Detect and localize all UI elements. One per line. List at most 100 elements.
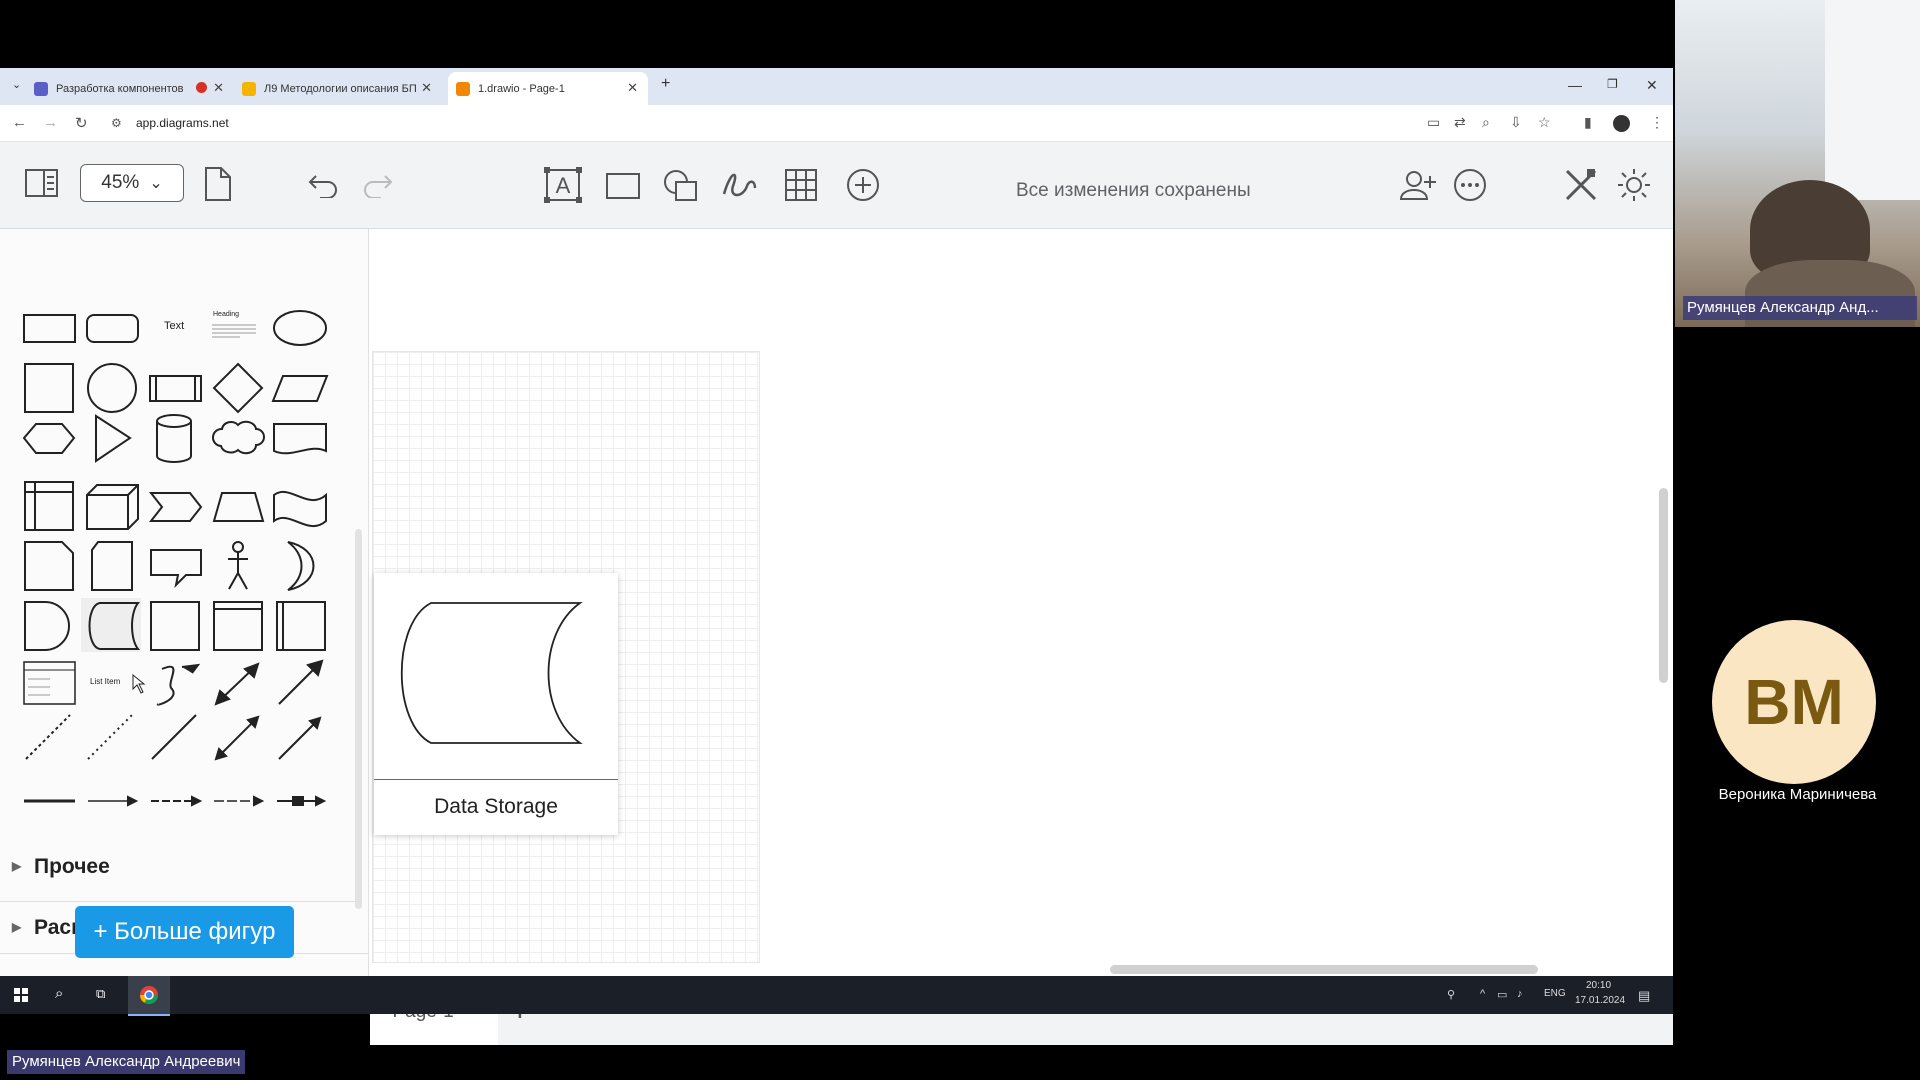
directional-connector-shape[interactable] [278,719,319,760]
translate-icon[interactable]: ⇄ [1454,114,1466,131]
curve-shape[interactable] [156,665,175,706]
task-view-icon[interactable]: ⧉ [96,986,105,1002]
section-other[interactable]: ▶ Прочее [0,849,368,889]
internal-storage-shape[interactable] [24,481,74,531]
insert-plus-icon[interactable] [845,167,881,203]
network-icon[interactable]: ▭ [1497,988,1507,1001]
list-item-shape[interactable]: List Item [90,677,120,686]
language-indicator[interactable]: ENG [1544,988,1566,999]
dashed-line-shape[interactable] [25,714,71,760]
preview-label: Data Storage [434,795,558,818]
redo-icon[interactable] [361,172,393,198]
delay-shape[interactable] [24,601,70,651]
download-icon[interactable]: ⇩ [1510,114,1522,131]
hexagon-shape[interactable] [22,423,76,454]
save-status: Все изменения сохранены [1016,180,1251,201]
forward-icon[interactable]: → [43,114,58,131]
section-label: Прочее [34,855,110,878]
cloud-shape[interactable] [212,420,265,455]
volume-icon[interactable]: ♪ [1517,988,1523,1000]
tape-shape[interactable] [273,491,327,528]
profile-avatar[interactable] [1613,115,1630,132]
tab-slides[interactable]: Л9 Методологии описания БП ✕ [242,72,442,105]
page-icon[interactable] [203,166,233,202]
text-shape[interactable]: Text [164,320,184,332]
document-shape[interactable] [273,423,327,455]
reload-icon[interactable]: ↻ [75,114,88,132]
network-people-icon[interactable]: ⚲ [1447,988,1455,1001]
list-shape[interactable] [23,661,76,705]
dotted-line-shape[interactable] [87,714,133,760]
vertical-scrollbar[interactable] [1659,488,1668,683]
container-shape[interactable] [150,601,200,651]
horizontal-scrollbar[interactable] [1110,965,1538,974]
site-info-icon[interactable]: ⚙ [111,116,122,130]
rounded-rectangle-shape[interactable] [86,314,139,343]
zoom-icon[interactable]: ⌕ [1482,114,1490,131]
more-shapes-button[interactable]: + Больше фигур [75,906,294,958]
rectangle-shape[interactable] [23,314,76,343]
heading-shape[interactable]: Heading [213,311,239,318]
or-shape[interactable] [287,541,315,591]
share-add-user-icon[interactable] [1398,168,1438,202]
tab-search-icon[interactable]: ⌄ [12,78,21,91]
square-shape[interactable] [24,363,74,413]
mouse-cursor-icon [132,673,146,694]
triangle-shape[interactable] [95,414,132,463]
table-tool-icon[interactable] [784,168,818,202]
url-field[interactable]: app.diagrams.net [136,116,229,130]
shape-palette [22,310,329,807]
back-icon[interactable]: ← [12,114,27,131]
tab-strip: ⌄ Разработка компонентов ✕ Л9 Методологи… [0,68,1673,105]
close-tab-icon[interactable]: ✕ [421,80,432,96]
address-bar: ← → ↻ ⚙ app.diagrams.net ▭ ⇄ ⌕ ⇩ ☆ ▮ ⋮ [0,105,1673,142]
freehand-tool-icon[interactable] [721,168,759,204]
slides-icon [242,81,256,96]
card-shape[interactable] [91,541,133,591]
ellipse-shape[interactable] [273,310,327,346]
cube-shape[interactable] [86,484,139,530]
chevron-up-icon[interactable]: ^ [1480,988,1485,1000]
parallelogram-shape[interactable] [271,375,329,402]
clock-time: 20:10 [1586,980,1612,991]
install-icon[interactable]: ▭ [1427,114,1440,131]
tab-teams[interactable]: Разработка компонентов ✕ [34,72,234,105]
zoom-dropdown[interactable]: 45% ⌄ [80,164,184,202]
text-tool-icon[interactable]: A [543,166,583,204]
windows-start-icon[interactable] [14,988,28,1002]
shapes-tool-icon[interactable] [662,168,700,204]
browser-menu-icon[interactable]: ⋮ [1650,114,1664,131]
search-icon[interactable]: ⌕ [55,985,63,1002]
minimize-icon[interactable]: — [1568,77,1582,93]
close-tab-icon[interactable]: ✕ [627,80,638,96]
close-tab-icon[interactable]: ✕ [213,80,224,96]
step-shape[interactable] [148,492,203,522]
chrome-taskbar-button[interactable] [128,976,170,1016]
circle-shape[interactable] [87,363,137,413]
chrome-icon [140,986,158,1005]
undo-icon[interactable] [308,172,340,198]
side-panel-icon[interactable]: ▮ [1584,114,1592,131]
edit-tools-icon[interactable] [1563,167,1599,203]
trapezoid-shape[interactable] [212,492,265,522]
bidirectional-connector-shape[interactable] [217,718,257,758]
line-shape[interactable] [151,714,197,760]
format-panel-icon[interactable] [24,168,60,198]
drawio-toolbar: A [0,142,1673,229]
notifications-icon[interactable]: ▤ [1638,988,1650,1004]
tab-drawio[interactable]: 1.drawio - Page-1 ✕ [448,72,648,105]
diamond-shape[interactable] [212,362,264,414]
callout-shape[interactable] [150,549,202,589]
more-options-icon[interactable] [1452,167,1488,203]
restore-icon[interactable]: ❐ [1607,77,1618,91]
actor-shape[interactable] [232,541,244,553]
process-shape[interactable] [149,375,202,402]
rectangle-tool-icon[interactable] [605,172,641,200]
vertical-swimlane-shape[interactable] [276,601,326,651]
shapes-sidebar: Text Heading List Item ▶ Прочее ▶ Расшир… [0,229,369,976]
note-shape[interactable] [24,541,74,591]
bookmark-star-icon[interactable]: ☆ [1538,114,1551,131]
theme-sun-icon[interactable] [1616,167,1652,203]
new-tab-icon[interactable]: + [661,75,670,93]
close-window-icon[interactable]: ✕ [1646,77,1658,94]
